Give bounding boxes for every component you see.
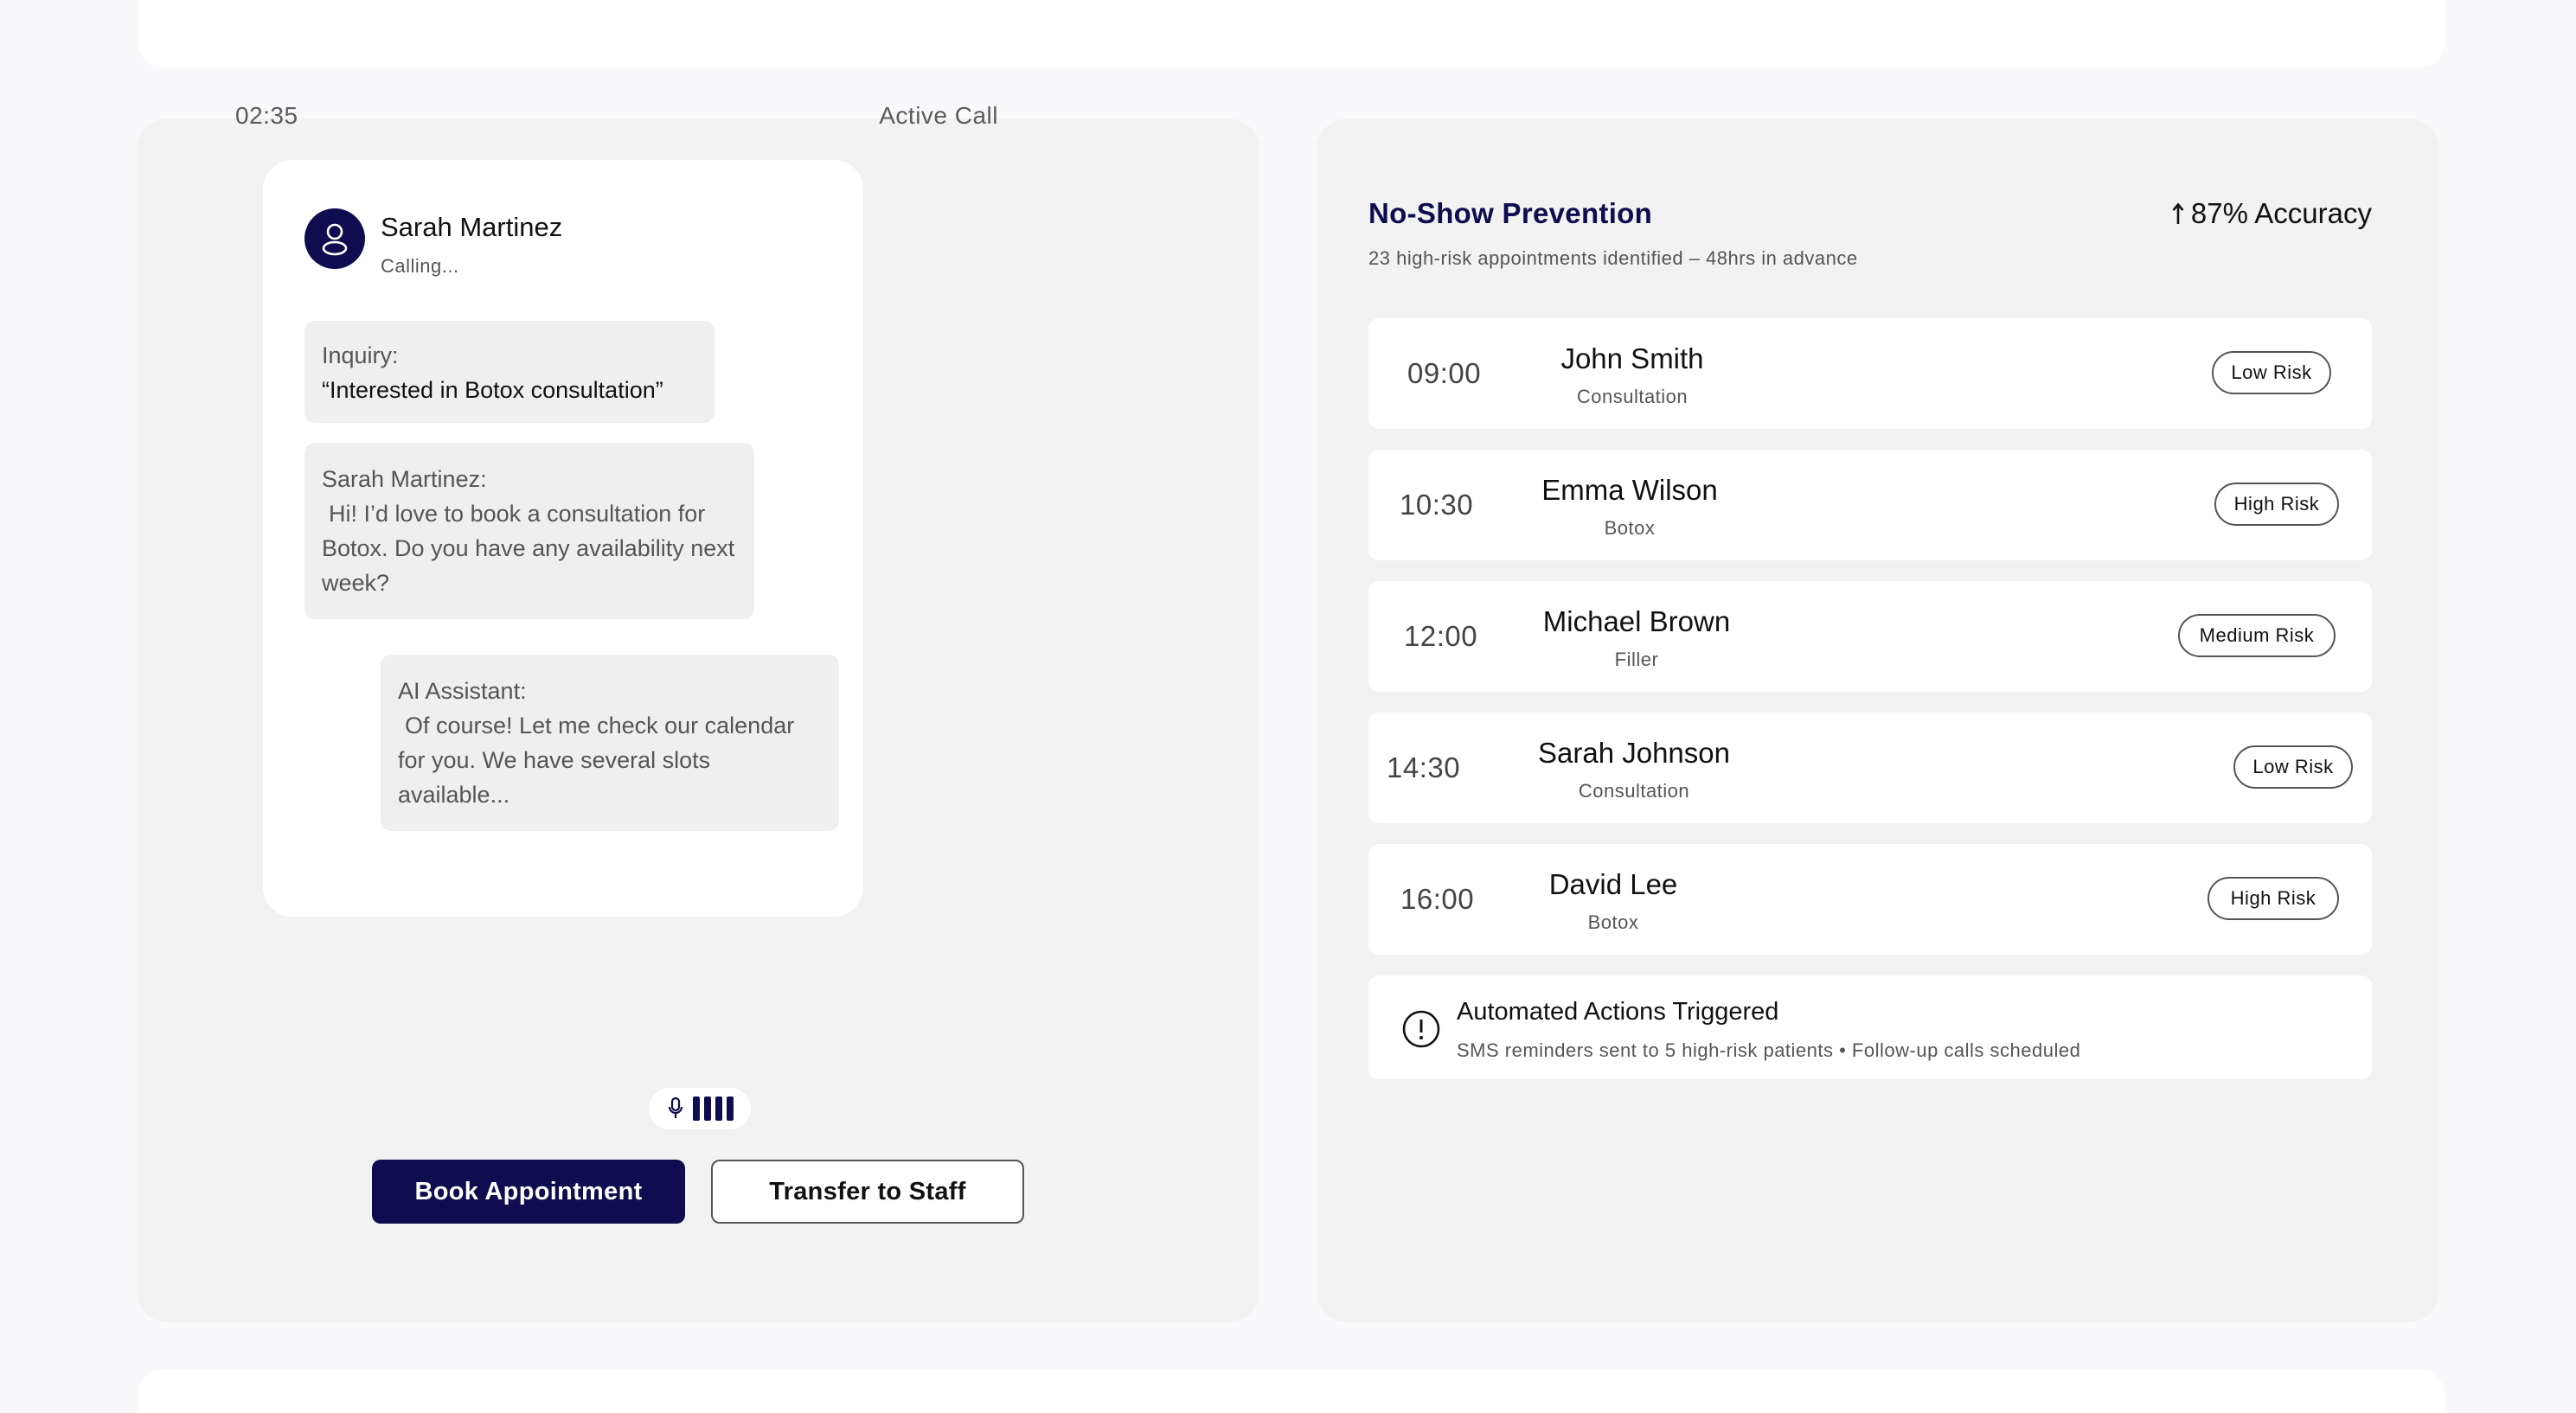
bottom-section-card — [138, 1370, 2445, 1413]
appointment-type: Consultation — [1578, 780, 1690, 802]
appointment-details: John Smith Consultation — [1533, 342, 1732, 408]
appointment-time: 14:30 — [1387, 751, 1461, 783]
microphone-icon — [668, 1097, 682, 1118]
patient-name: Emma Wilson — [1541, 474, 1718, 506]
transfer-to-staff-button[interactable]: Transfer to Staff — [711, 1160, 1024, 1224]
accuracy-indicator: 87% Accuracy — [2163, 197, 2372, 230]
inquiry-label: Inquiry: — [322, 342, 399, 368]
risk-badge: Low Risk — [2212, 351, 2331, 394]
caller-message-label: Sarah Martinez: — [322, 466, 487, 492]
risk-badge: Medium Risk — [2178, 614, 2336, 657]
appointment-time: 09:00 — [1407, 357, 1482, 389]
appointment-details: Michael Brown Filler — [1517, 605, 1756, 671]
risk-badge: High Risk — [2214, 483, 2339, 526]
appointment-type: Consultation — [1576, 386, 1688, 407]
appointment-type: Botox — [1587, 911, 1639, 933]
inquiry-bubble: Inquiry: “Interested in Botox consultati… — [304, 321, 714, 423]
call-status: Active Call — [879, 102, 998, 129]
appointment-time: 16:00 — [1400, 883, 1475, 915]
call-card: Sarah Martinez Calling... Inquiry: “Inte… — [263, 160, 863, 917]
appointment-row[interactable]: 12:00 Michael Brown Filler Medium Risk — [1368, 581, 2372, 692]
voice-indicator — [649, 1088, 751, 1129]
appointment-type: Filler — [1614, 649, 1659, 670]
patient-name: Michael Brown — [1542, 605, 1731, 637]
appointment-type: Botox — [1604, 517, 1656, 539]
appointment-row[interactable]: 16:00 David Lee Botox High Risk — [1368, 844, 2372, 955]
inquiry-text: “Interested in Botox consultation” — [322, 377, 663, 403]
patient-name: David Lee — [1548, 868, 1678, 900]
audio-level-bars — [692, 1097, 734, 1121]
caller-message-text: Hi! I’d love to book a consultation for … — [322, 501, 735, 596]
call-timer: 02:35 — [235, 102, 298, 129]
book-appointment-button[interactable]: Book Appointment — [372, 1160, 685, 1224]
arrow-up-icon — [2172, 202, 2184, 224]
caller-message-bubble: Sarah Martinez: Hi! I’d love to book a c… — [304, 443, 754, 619]
automated-actions-card: Automated Actions Triggered SMS reminder… — [1368, 975, 2372, 1079]
top-section-card — [138, 0, 2445, 67]
avatar — [304, 208, 365, 269]
appointment-details: Sarah Johnson Consultation — [1507, 737, 1761, 802]
risk-badge: High Risk — [2208, 877, 2339, 920]
caller-status: Calling... — [381, 255, 459, 277]
ai-message-text: Of course! Let me check our calendar for… — [398, 713, 795, 808]
risk-badge: Low Risk — [2233, 745, 2353, 789]
patient-name: Sarah Johnson — [1538, 737, 1730, 769]
call-header: 02:35 Active Call — [235, 102, 998, 130]
appointment-time: 10:30 — [1400, 489, 1474, 521]
automated-actions-title: Automated Actions Triggered — [1457, 998, 1779, 1026]
patient-name: John Smith — [1560, 342, 1704, 374]
appointment-row[interactable]: 14:30 Sarah Johnson Consultation Low Ris… — [1368, 713, 2372, 823]
ai-message-bubble: AI Assistant: Of course! Let me check ou… — [381, 655, 839, 831]
accuracy-value: 87% Accuracy — [2190, 197, 2372, 229]
caller-name: Sarah Martinez — [381, 212, 563, 242]
appointment-row[interactable]: 09:00 John Smith Consultation Low Risk — [1368, 318, 2372, 429]
appointment-details: Emma Wilson Botox — [1524, 474, 1735, 540]
appointment-details: David Lee Botox — [1515, 868, 1711, 934]
user-icon — [322, 223, 348, 256]
alert-circle-icon — [1402, 1010, 1440, 1048]
automated-actions-text: SMS reminders sent to 5 high-risk patien… — [1457, 1039, 2081, 1061]
ai-message-label: AI Assistant: — [398, 678, 527, 704]
caller-info: Sarah Martinez Calling... — [304, 208, 562, 278]
panel-subtitle: 23 high-risk appointments identified – 4… — [1368, 247, 1858, 269]
panel-title: No-Show Prevention — [1368, 197, 1653, 229]
appointment-row[interactable]: 10:30 Emma Wilson Botox High Risk — [1368, 450, 2372, 560]
appointment-time: 12:00 — [1404, 620, 1478, 652]
